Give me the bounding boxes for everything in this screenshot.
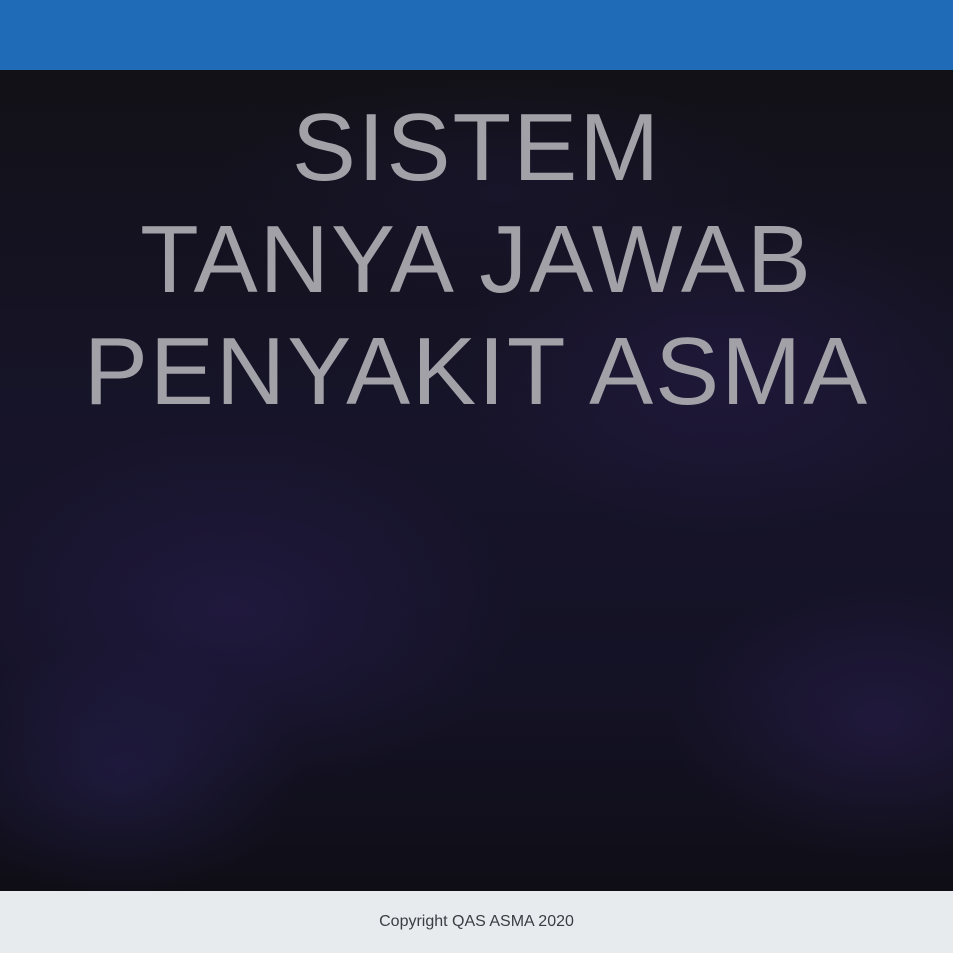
title-line-3: PENYAKIT ASMA [83,318,870,425]
footer: Copyright QAS ASMA 2020 [0,891,953,953]
page-title: SISTEM TANYA JAWAB PENYAKIT ASMA [0,92,953,428]
top-navbar [0,0,953,70]
title-line-2: TANYA JAWAB [140,206,813,313]
hero-banner: SISTEM TANYA JAWAB PENYAKIT ASMA [0,70,953,891]
title-line-1: SISTEM [291,94,662,201]
copyright-text: Copyright QAS ASMA 2020 [379,913,574,930]
